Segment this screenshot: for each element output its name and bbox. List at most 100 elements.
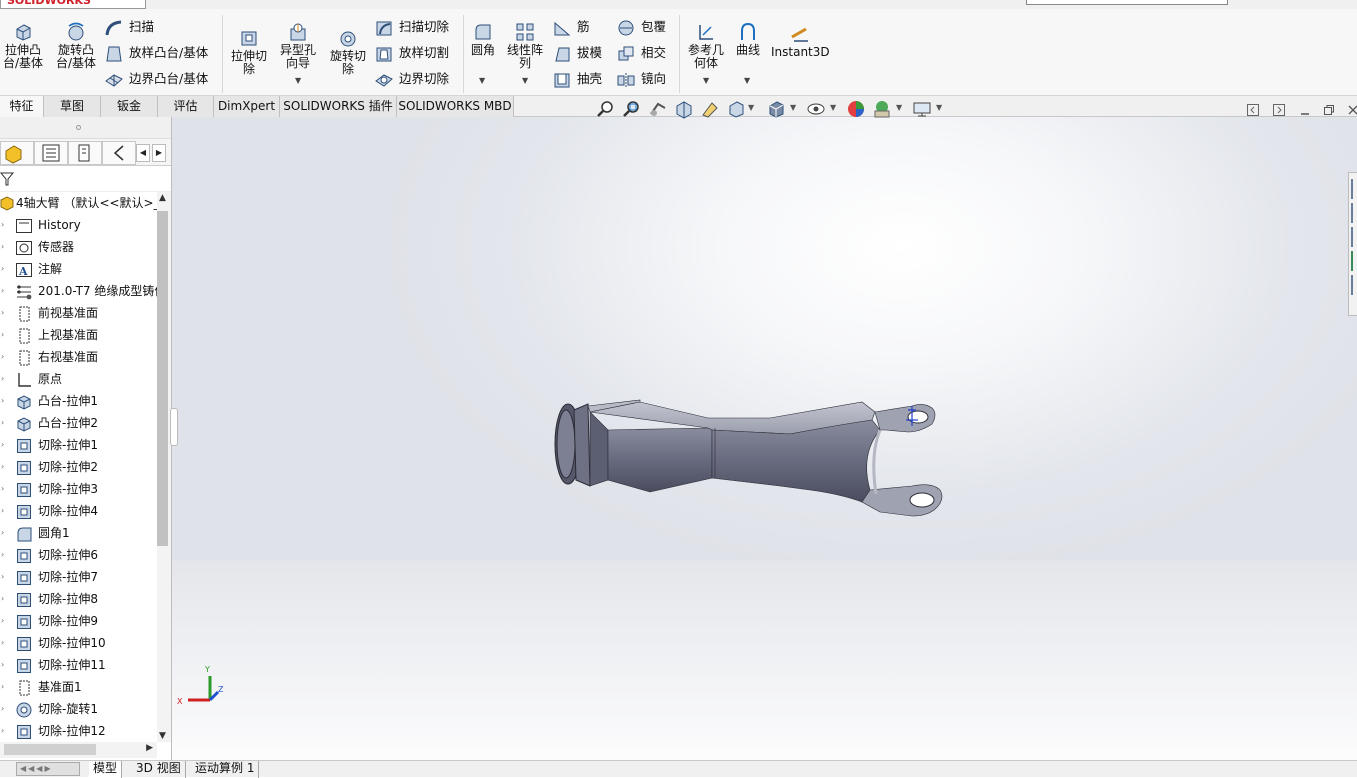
fillet-button[interactable]: 圆角	[466, 21, 500, 57]
tree-item[interactable]: › 切除-拉伸6	[0, 544, 157, 566]
expand-arrow-icon[interactable]: ›	[1, 566, 4, 588]
view-settings-dropdown-icon[interactable]: ▼	[936, 103, 942, 112]
filter-icon[interactable]	[0, 171, 14, 187]
expand-arrow-icon[interactable]: ›	[1, 610, 4, 632]
tab-sketch[interactable]: 草图	[44, 96, 101, 117]
view-orientation-dropdown-icon[interactable]: ▼	[748, 103, 754, 112]
tree-root[interactable]: 4轴大臂 （默认<<默认>_显	[0, 192, 157, 214]
draft-button[interactable]: 拔模	[552, 42, 602, 64]
expand-arrow-icon[interactable]: ›	[1, 302, 4, 324]
reference-geometry-button[interactable]: 参考几 何体	[684, 21, 728, 70]
expand-arrow-icon[interactable]: ›	[1, 654, 4, 676]
expand-arrow-icon[interactable]: ›	[1, 478, 4, 500]
tree-item[interactable]: › 切除-拉伸8	[0, 588, 157, 610]
tab-navigation-arrows[interactable]: ◀◀◀▶	[16, 762, 80, 776]
horizontal-scroll-thumb[interactable]	[4, 744, 96, 755]
task-pane-explorer-icon[interactable]	[1351, 251, 1357, 271]
tree-item[interactable]: › 切除-拉伸2	[0, 456, 157, 478]
3d-view-tab[interactable]: 3D 视图	[132, 761, 186, 778]
expand-arrow-icon[interactable]: ›	[1, 214, 4, 236]
mirror-button[interactable]: 镜向	[616, 68, 666, 90]
expand-arrow-icon[interactable]: ›	[1, 544, 4, 566]
tree-item[interactable]: › 切除-拉伸3	[0, 478, 157, 500]
robot-arm-3d-model[interactable]	[540, 390, 970, 525]
panel-splitter[interactable]	[170, 408, 178, 446]
task-pane-resources-icon[interactable]	[1351, 203, 1357, 223]
boundary-cut-button[interactable]: 边界切除	[374, 68, 449, 90]
minimize-icon[interactable]	[1298, 103, 1312, 117]
wrap-button[interactable]: 包覆	[616, 16, 666, 38]
tab-solidworks-addins[interactable]: SOLIDWORKS 插件	[280, 96, 397, 117]
tab-feature-manager[interactable]	[0, 141, 34, 165]
expand-arrow-icon[interactable]: ›	[1, 434, 4, 456]
close-icon[interactable]	[1346, 103, 1357, 117]
tree-item[interactable]: › 切除-拉伸11	[0, 654, 157, 676]
expand-arrow-icon[interactable]: ›	[1, 346, 4, 368]
revolve-cut-button[interactable]: 旋转切 除	[326, 27, 370, 76]
tree-item[interactable]: › History	[0, 214, 157, 236]
loft-boss-button[interactable]: 放样凸台/基体	[104, 42, 208, 64]
scroll-up-icon[interactable]: ▲	[159, 193, 166, 203]
revolve-boss-button[interactable]: 旋转凸 台/基体	[52, 21, 100, 70]
task-pane-palette-icon[interactable]	[1351, 275, 1357, 295]
tab-features[interactable]: 特征	[0, 96, 44, 117]
tree-item[interactable]: › 切除-拉伸1	[0, 434, 157, 456]
shell-button[interactable]: 抽壳	[552, 68, 602, 90]
expand-arrow-icon[interactable]: ›	[1, 324, 4, 346]
tab-dimxpert[interactable]: DimXpert	[214, 96, 280, 117]
model-tab[interactable]: 模型	[89, 761, 123, 778]
linear-pattern-dropdown-icon[interactable]: ▼	[522, 76, 528, 85]
expand-arrow-icon[interactable]: ›	[1, 258, 4, 280]
scroll-down-icon[interactable]: ▼	[159, 731, 166, 741]
tab-solidworks-mbd[interactable]: SOLIDWORKS MBD	[397, 96, 514, 117]
loft-cut-button[interactable]: 放样切割	[374, 42, 449, 64]
instant3d-button[interactable]: Instant3D	[771, 25, 830, 59]
tree-item[interactable]: › 原点	[0, 368, 157, 390]
tree-item[interactable]: › 传感器	[0, 236, 157, 258]
reference-geometry-dropdown-icon[interactable]: ▼	[703, 76, 709, 85]
panel-grip[interactable]	[0, 117, 171, 139]
scroll-right-icon[interactable]: ▶	[146, 743, 153, 753]
curves-dropdown-icon[interactable]: ▼	[744, 76, 750, 85]
display-style-dropdown-icon[interactable]: ▼	[790, 103, 796, 112]
tab-configuration-manager[interactable]	[68, 141, 102, 165]
tree-item[interactable]: › 前视基准面	[0, 302, 157, 324]
tab-scroll-right-icon[interactable]: ▶	[152, 144, 166, 162]
tree-item[interactable]: › 切除-拉伸9	[0, 610, 157, 632]
section-view-icon[interactable]	[674, 99, 694, 119]
tab-sheet-metal[interactable]: 钣金	[101, 96, 158, 117]
task-pane-tabs[interactable]	[1348, 172, 1357, 316]
apply-scene-dropdown-icon[interactable]: ▼	[896, 103, 902, 112]
display-style-icon[interactable]	[766, 99, 786, 119]
restore-icon[interactable]	[1322, 103, 1336, 117]
dynamic-annotation-icon[interactable]	[700, 99, 720, 119]
panel-collapse-left-icon[interactable]	[1246, 103, 1260, 117]
fillet-dropdown-icon[interactable]: ▼	[479, 76, 485, 85]
expand-arrow-icon[interactable]: ›	[1, 412, 4, 434]
tree-item[interactable]: › 右视基准面	[0, 346, 157, 368]
hide-show-items-icon[interactable]	[806, 99, 826, 119]
expand-arrow-icon[interactable]: ›	[1, 500, 4, 522]
edit-appearance-icon[interactable]	[846, 99, 866, 119]
curves-button[interactable]: 曲线	[733, 21, 763, 57]
zoom-to-area-icon[interactable]	[622, 99, 642, 119]
tab-evaluate[interactable]: 评估	[158, 96, 214, 117]
tab-dimxpert-manager[interactable]	[102, 141, 136, 165]
intersect-button[interactable]: 相交	[616, 42, 666, 64]
tree-item[interactable]: › 凸台-拉伸2	[0, 412, 157, 434]
zoom-to-fit-icon[interactable]	[596, 99, 616, 119]
search-input[interactable]	[1026, 0, 1228, 5]
rib-button[interactable]: 筋	[552, 16, 590, 38]
expand-arrow-icon[interactable]: ›	[1, 632, 4, 654]
tree-item[interactable]: › A 注解	[0, 258, 157, 280]
hide-show-dropdown-icon[interactable]: ▼	[830, 103, 836, 112]
tree-item[interactable]: › 201.0-T7 绝缘成型铸件	[0, 280, 157, 302]
apply-scene-icon[interactable]	[872, 99, 892, 119]
tab-scroll-left-icon[interactable]: ◀	[136, 144, 150, 162]
previous-view-icon[interactable]	[648, 99, 668, 119]
tree-item[interactable]: › 圆角1	[0, 522, 157, 544]
expand-arrow-icon[interactable]: ›	[1, 390, 4, 412]
expand-arrow-icon[interactable]: ›	[1, 588, 4, 610]
boundary-boss-button[interactable]: 边界凸台/基体	[104, 68, 208, 90]
expand-arrow-icon[interactable]: ›	[1, 676, 4, 698]
